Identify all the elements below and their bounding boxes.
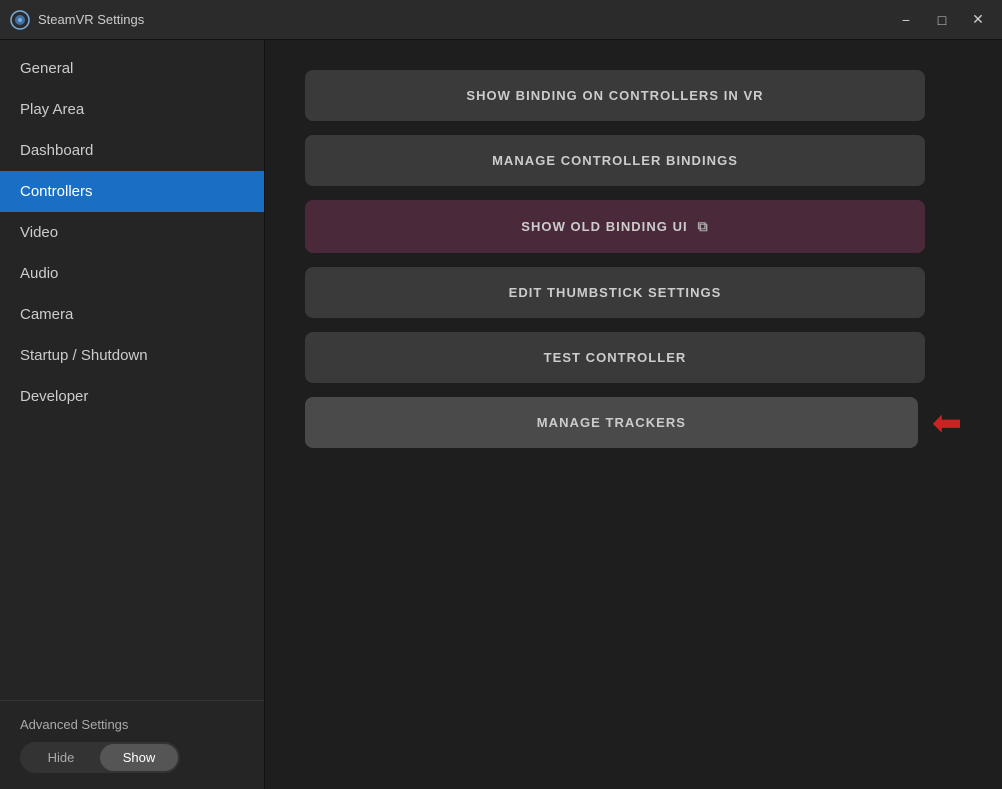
sidebar: General Play Area Dashboard Controllers … <box>0 40 265 789</box>
titlebar-title: SteamVR Settings <box>38 12 144 27</box>
sidebar-item-video[interactable]: Video <box>0 212 264 253</box>
test-controller-button[interactable]: TEST CONTROLLER <box>305 332 925 383</box>
minimize-button[interactable]: − <box>890 6 922 34</box>
sidebar-item-developer[interactable]: Developer <box>0 376 264 417</box>
external-link-icon: ⧉ <box>698 218 709 235</box>
arrow-left-icon: ⬅ <box>932 405 962 441</box>
toggle-buttons: Hide Show <box>20 742 180 773</box>
manage-bindings-button[interactable]: MANAGE CONTROLLER BINDINGS <box>305 135 925 186</box>
show-old-binding-button[interactable]: SHOW OLD BINDING UI ⧉ <box>305 200 925 253</box>
content-area: SHOW BINDING ON CONTROLLERS IN VR MANAGE… <box>265 40 1002 789</box>
titlebar: SteamVR Settings − □ ✕ <box>0 0 1002 40</box>
show-button[interactable]: Show <box>100 744 178 771</box>
maximize-button[interactable]: □ <box>926 6 958 34</box>
sidebar-item-play-area[interactable]: Play Area <box>0 89 264 130</box>
sidebar-nav: General Play Area Dashboard Controllers … <box>0 40 264 700</box>
advanced-settings-label: Advanced Settings <box>20 717 244 732</box>
hide-button[interactable]: Hide <box>22 744 100 771</box>
show-binding-vr-button[interactable]: SHOW BINDING ON CONTROLLERS IN VR <box>305 70 925 121</box>
edit-thumbstick-button[interactable]: EDIT THUMBSTICK SETTINGS <box>305 267 925 318</box>
sidebar-item-audio[interactable]: Audio <box>0 253 264 294</box>
close-button[interactable]: ✕ <box>962 6 994 34</box>
sidebar-item-general[interactable]: General <box>0 48 264 89</box>
titlebar-left: SteamVR Settings <box>10 10 144 30</box>
app-icon <box>10 10 30 30</box>
sidebar-item-controllers[interactable]: Controllers <box>0 171 264 212</box>
sidebar-item-camera[interactable]: Camera <box>0 294 264 335</box>
manage-trackers-button[interactable]: MANAGE TRACKERS <box>305 397 918 448</box>
sidebar-footer: Advanced Settings Hide Show <box>0 700 264 789</box>
sidebar-item-startup-shutdown[interactable]: Startup / Shutdown <box>0 335 264 376</box>
sidebar-item-dashboard[interactable]: Dashboard <box>0 130 264 171</box>
manage-trackers-row: MANAGE TRACKERS ⬅ <box>305 397 962 448</box>
main-container: General Play Area Dashboard Controllers … <box>0 40 1002 789</box>
titlebar-controls: − □ ✕ <box>890 6 994 34</box>
